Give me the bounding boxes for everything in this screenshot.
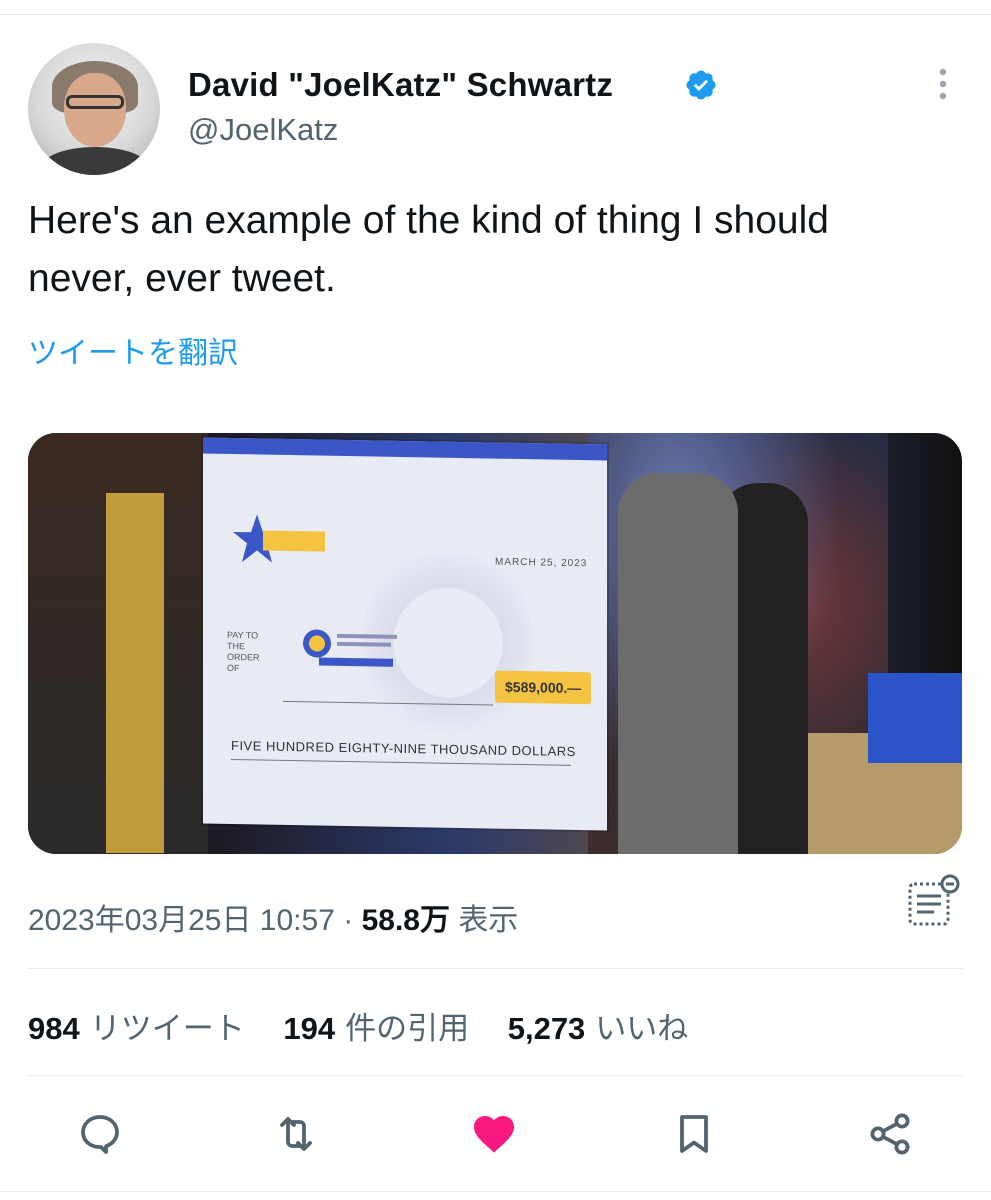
divider bbox=[28, 968, 963, 969]
views-label: 表示 bbox=[458, 904, 519, 937]
bookmark-icon[interactable] bbox=[670, 1110, 718, 1158]
like-icon[interactable] bbox=[470, 1110, 518, 1158]
quotes-stat[interactable]: 194 件の引用 bbox=[283, 1011, 469, 1046]
more-options-icon[interactable] bbox=[926, 64, 960, 104]
translate-link[interactable]: ツイートを翻訳 bbox=[28, 328, 238, 372]
photo-person bbox=[618, 473, 738, 854]
avatar[interactable] bbox=[28, 43, 160, 175]
retweets-stat[interactable]: 984 リツイート bbox=[28, 1011, 245, 1046]
quotes-label: 件の引用 bbox=[345, 1011, 470, 1046]
check-date: MARCH 25, 2023 bbox=[495, 556, 588, 570]
photo-arena-screen bbox=[868, 673, 962, 763]
check-words-line bbox=[231, 758, 571, 766]
meta-separator: · bbox=[343, 904, 354, 937]
author-handle[interactable]: @JoelKatz bbox=[188, 112, 338, 148]
analytics-icon[interactable] bbox=[904, 872, 962, 928]
likes-stat[interactable]: 5,273 いいね bbox=[508, 1011, 689, 1046]
author-name[interactable]: David "JoelKatz" Schwartz bbox=[188, 66, 613, 104]
retweet-icon[interactable] bbox=[272, 1110, 320, 1158]
check-pay-label: PAY TO THE ORDER OF bbox=[227, 629, 260, 674]
share-icon[interactable] bbox=[866, 1110, 914, 1158]
check-amount-words: FIVE HUNDRED EIGHTY-NINE THOUSAND DOLLAR… bbox=[231, 737, 576, 759]
giant-check: MARCH 25, 2023 PAY TO THE ORDER OF $589,… bbox=[203, 437, 607, 831]
divider bbox=[28, 1075, 963, 1076]
verified-badge-icon bbox=[686, 70, 716, 100]
tweet-meta: 2023年03月25日 10:57 · 58.8万 表示 bbox=[28, 895, 518, 939]
warriors-logo-icon bbox=[303, 629, 397, 667]
photo-person bbox=[28, 433, 208, 854]
tweet-media-image[interactable]: MARCH 25, 2023 PAY TO THE ORDER OF $589,… bbox=[28, 433, 962, 854]
retweets-count: 984 bbox=[28, 1011, 80, 1046]
star-logo-icon bbox=[233, 514, 325, 563]
tweet-text: Here's an example of the kind of thing I… bbox=[28, 199, 829, 300]
views-count: 58.8万 bbox=[361, 904, 450, 937]
retweets-label: リツイート bbox=[89, 1011, 245, 1046]
engagement-stats: 984 リツイート 194 件の引用 5,273 いいね bbox=[28, 1003, 718, 1048]
likes-count: 5,273 bbox=[507, 1011, 586, 1046]
timestamp[interactable]: 2023年03月25日 10:57 bbox=[28, 904, 335, 937]
quotes-count: 194 bbox=[283, 1011, 336, 1046]
reply-icon[interactable] bbox=[76, 1110, 124, 1158]
check-amount: $589,000.— bbox=[495, 670, 592, 705]
bottom-divider bbox=[0, 1191, 991, 1192]
likes-label: いいね bbox=[595, 1011, 689, 1046]
top-divider bbox=[0, 14, 991, 15]
